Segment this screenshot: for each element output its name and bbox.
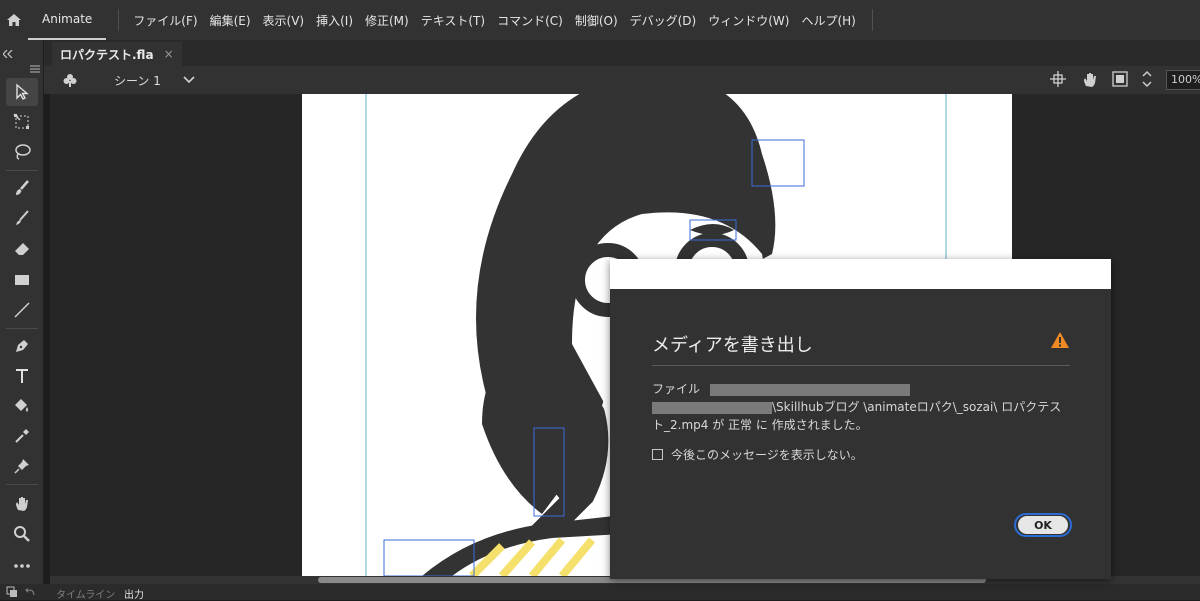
- zoom-tool-icon[interactable]: [6, 520, 38, 548]
- toolbox: [0, 40, 44, 600]
- menu-insert[interactable]: 挿入(I): [310, 12, 359, 29]
- menu-text[interactable]: テキスト(T): [415, 12, 491, 29]
- document-tab[interactable]: ロパクテスト.fla ×: [52, 42, 182, 66]
- selection-tool-icon[interactable]: [6, 78, 38, 106]
- menu-control[interactable]: 制御(O): [569, 12, 624, 29]
- zoom-field[interactable]: 100%: [1166, 70, 1200, 90]
- menu-commands[interactable]: コマンド(C): [491, 12, 569, 29]
- menu-separator: [871, 9, 873, 31]
- toolbox-menu-icon[interactable]: [30, 58, 40, 77]
- dont-show-again-row[interactable]: 今後このメッセージを表示しない。: [652, 446, 863, 463]
- app-name-tab[interactable]: Animate: [28, 0, 107, 40]
- document-tabs: ロパクテスト.fla ×: [44, 40, 1200, 66]
- lasso-tool-icon[interactable]: [6, 138, 38, 166]
- clip-content-icon[interactable]: [1112, 70, 1128, 90]
- hand-tool-icon[interactable]: [6, 490, 38, 518]
- redacted-path: [652, 401, 772, 414]
- tab-output[interactable]: 出力: [124, 586, 144, 601]
- menu-modify[interactable]: 修正(M): [359, 12, 415, 29]
- menu-separator: [118, 9, 120, 31]
- document-tab-title: ロパクテスト.fla: [60, 47, 154, 62]
- ok-button[interactable]: OK: [1014, 513, 1072, 537]
- home-icon[interactable]: [0, 0, 28, 40]
- menu-edit[interactable]: 編集(E): [204, 12, 257, 29]
- scene-bar: シーン 1 100%: [44, 66, 1200, 94]
- collapse-toolbox-icon[interactable]: [2, 43, 13, 62]
- dialog-message: ファイル \Skillhubブログ \animateロパク\_sozai\ ロパ…: [652, 380, 1072, 434]
- close-tab-icon[interactable]: ×: [164, 47, 174, 61]
- dialog-divider: [652, 365, 1070, 366]
- bottom-panel-tabs: タイムライン 出力: [0, 584, 1200, 601]
- menu-file[interactable]: ファイル(F): [127, 12, 203, 29]
- message-prefix: ファイル: [652, 382, 701, 396]
- zoom-stepper-icon[interactable]: [1142, 70, 1152, 91]
- chevron-down-icon[interactable]: [183, 73, 195, 87]
- brush-tool-icon[interactable]: [6, 204, 38, 232]
- menu-view[interactable]: 表示(V): [257, 12, 311, 29]
- dialog-title: メディアを書き出し: [652, 335, 813, 356]
- menu-window[interactable]: ウィンドウ(W): [702, 12, 795, 29]
- ok-button-label: OK: [1018, 516, 1068, 534]
- center-stage-icon[interactable]: [1050, 70, 1066, 90]
- scene-icon[interactable]: [62, 72, 78, 88]
- dialog-titlebar[interactable]: [610, 259, 1111, 289]
- line-tool-icon[interactable]: [6, 296, 38, 324]
- export-media-dialog: メディアを書き出し ファイル \Skillhubブログ \animateロパク\…: [610, 259, 1111, 579]
- rectangle-tool-icon[interactable]: [6, 266, 38, 294]
- more-tools-icon[interactable]: [6, 552, 38, 580]
- tab-timeline[interactable]: タイムライン: [56, 586, 115, 601]
- scene-name[interactable]: シーン 1: [114, 72, 161, 89]
- eyedropper-tool-icon[interactable]: [6, 422, 38, 450]
- dont-show-again-checkbox[interactable]: [652, 449, 663, 460]
- menu-bar: Animate ファイル(F) 編集(E) 表示(V) 挿入(I) 修正(M) …: [0, 0, 1200, 40]
- eraser-tool-icon[interactable]: [6, 234, 38, 262]
- paint-bucket-tool-icon[interactable]: [6, 392, 38, 420]
- pen-tool-icon[interactable]: [6, 332, 38, 360]
- free-transform-tool-icon[interactable]: [6, 108, 38, 136]
- redacted-path: [709, 383, 910, 396]
- warning-icon: [1050, 331, 1070, 353]
- rotate-stage-icon[interactable]: [1080, 70, 1098, 91]
- stage-controls: 100%: [1050, 66, 1200, 94]
- menu-help[interactable]: ヘルプ(H): [795, 12, 861, 29]
- layers-icon[interactable]: [6, 586, 18, 601]
- undo-icon[interactable]: [24, 586, 36, 601]
- text-tool-icon[interactable]: [6, 362, 38, 390]
- menu-debug[interactable]: デバッグ(D): [624, 12, 703, 29]
- pin-tool-icon[interactable]: [6, 452, 38, 480]
- paint-brush-tool-icon[interactable]: [6, 174, 38, 202]
- dont-show-again-label: 今後このメッセージを表示しない。: [671, 448, 863, 462]
